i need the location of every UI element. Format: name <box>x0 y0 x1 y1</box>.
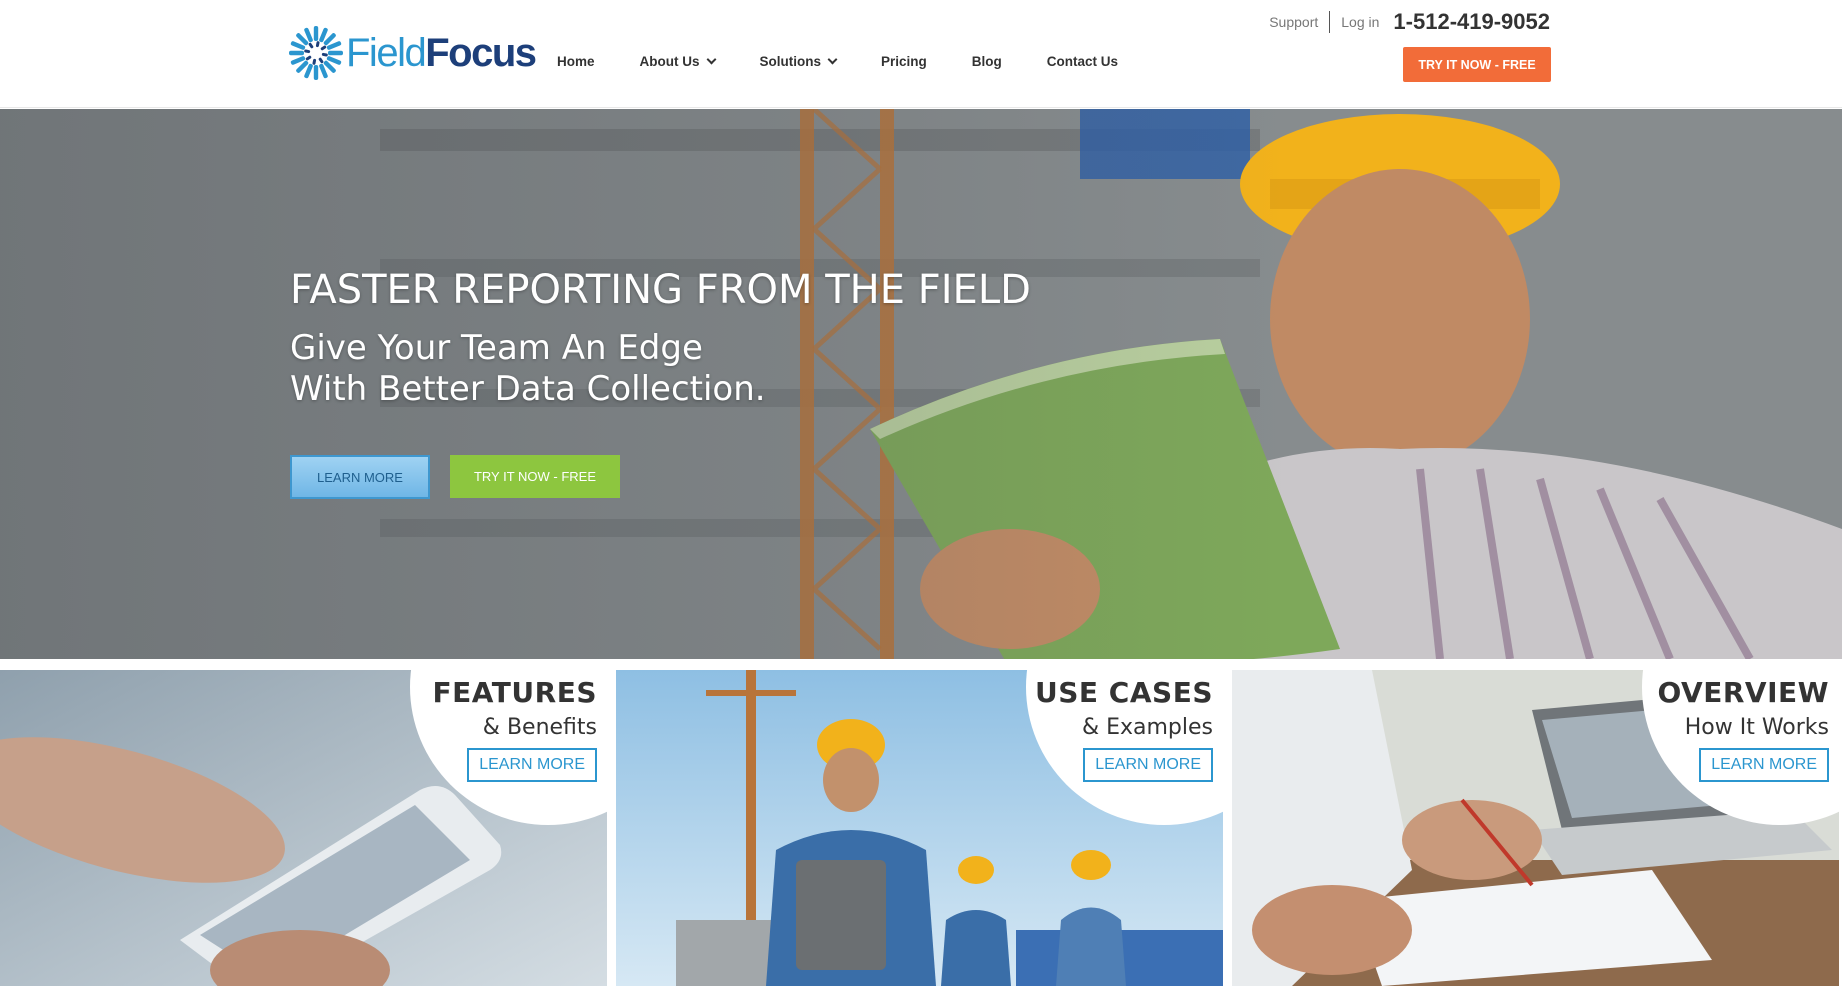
logo-word-focus: Focus <box>425 31 537 75</box>
nav-contact-us[interactable]: Contact Us <box>1047 54 1118 69</box>
nav-contact-us-label: Contact Us <box>1046 54 1119 69</box>
hero-title: FASTER REPORTING FROM THE FIELD <box>290 267 1031 313</box>
features-learn-more-button[interactable]: LEARN MORE <box>467 748 597 782</box>
nav-about-us-label: About Us <box>639 54 700 69</box>
chevron-down-icon <box>706 54 716 65</box>
hero-subtitle-line-1: Give Your Team An Edge <box>290 328 703 368</box>
hero-overlay <box>0 109 1842 659</box>
hero-learn-more-button[interactable]: LEARN MORE <box>290 455 430 499</box>
phone-number[interactable]: 1-512-419-9052 <box>1393 9 1550 35</box>
support-link[interactable]: Support <box>1269 14 1318 30</box>
login-link[interactable]: Log in <box>1341 14 1379 30</box>
nav-home[interactable]: Home <box>557 54 595 69</box>
nav-pricing-label: Pricing <box>881 54 927 69</box>
site-header: FieldFocus Home About Us Solutions Prici… <box>0 0 1842 108</box>
nav-pricing[interactable]: Pricing <box>881 54 927 69</box>
use-cases-card[interactable]: USE CASES & Examples LEARN MORE <box>616 670 1223 986</box>
nav-home-label: Home <box>557 54 595 69</box>
use-cases-subheading: & Examples <box>1081 715 1213 740</box>
use-cases-learn-more-button[interactable]: LEARN MORE <box>1083 748 1213 782</box>
utility-divider <box>1329 11 1331 33</box>
logo-word-field: Field <box>346 31 427 75</box>
chevron-down-icon <box>827 54 838 65</box>
overview-learn-more-button[interactable]: LEARN MORE <box>1699 748 1829 782</box>
overview-heading: OVERVIEW <box>1657 676 1829 709</box>
features-card[interactable]: FEATURES & Benefits LEARN MORE <box>0 670 607 986</box>
fieldfocus-logo[interactable]: FieldFocus <box>288 24 537 82</box>
nav-solutions[interactable]: Solutions <box>759 54 838 69</box>
nav-blog-label: Blog <box>971 54 1002 69</box>
sunburst-logo-icon <box>289 26 343 80</box>
features-card-text: FEATURES & Benefits LEARN MORE <box>433 676 597 782</box>
use-cases-heading: USE CASES <box>1035 676 1213 709</box>
overview-subheading: How It Works <box>1684 715 1829 740</box>
use-cases-card-text: USE CASES & Examples LEARN MORE <box>1035 676 1213 782</box>
utility-bar: Support Log in 1-512-419-9052 <box>1269 9 1550 35</box>
overview-card-text: OVERVIEW How It Works LEARN MORE <box>1657 676 1829 782</box>
nav-blog[interactable]: Blog <box>972 54 1002 69</box>
nav-solutions-label: Solutions <box>759 54 822 69</box>
hero-banner: FASTER REPORTING FROM THE FIELD Give You… <box>0 109 1842 659</box>
hero-try-it-now-button[interactable]: TRY IT NOW - FREE <box>450 455 620 498</box>
hero-subtitle: Give Your Team An Edge With Better Data … <box>290 328 766 410</box>
features-heading: FEATURES <box>432 676 597 709</box>
try-it-now-header-button[interactable]: TRY IT NOW - FREE <box>1403 47 1551 82</box>
logo-wordmark: FieldFocus <box>346 31 537 75</box>
main-nav: Home About Us Solutions Pricing Blog Con… <box>557 54 1163 69</box>
hero-subtitle-line-2: With Better Data Collection. <box>290 369 766 409</box>
nav-about-us[interactable]: About Us <box>639 54 716 69</box>
features-subheading: & Benefits <box>482 715 597 740</box>
overview-card[interactable]: OVERVIEW How It Works LEARN MORE <box>1232 670 1839 986</box>
